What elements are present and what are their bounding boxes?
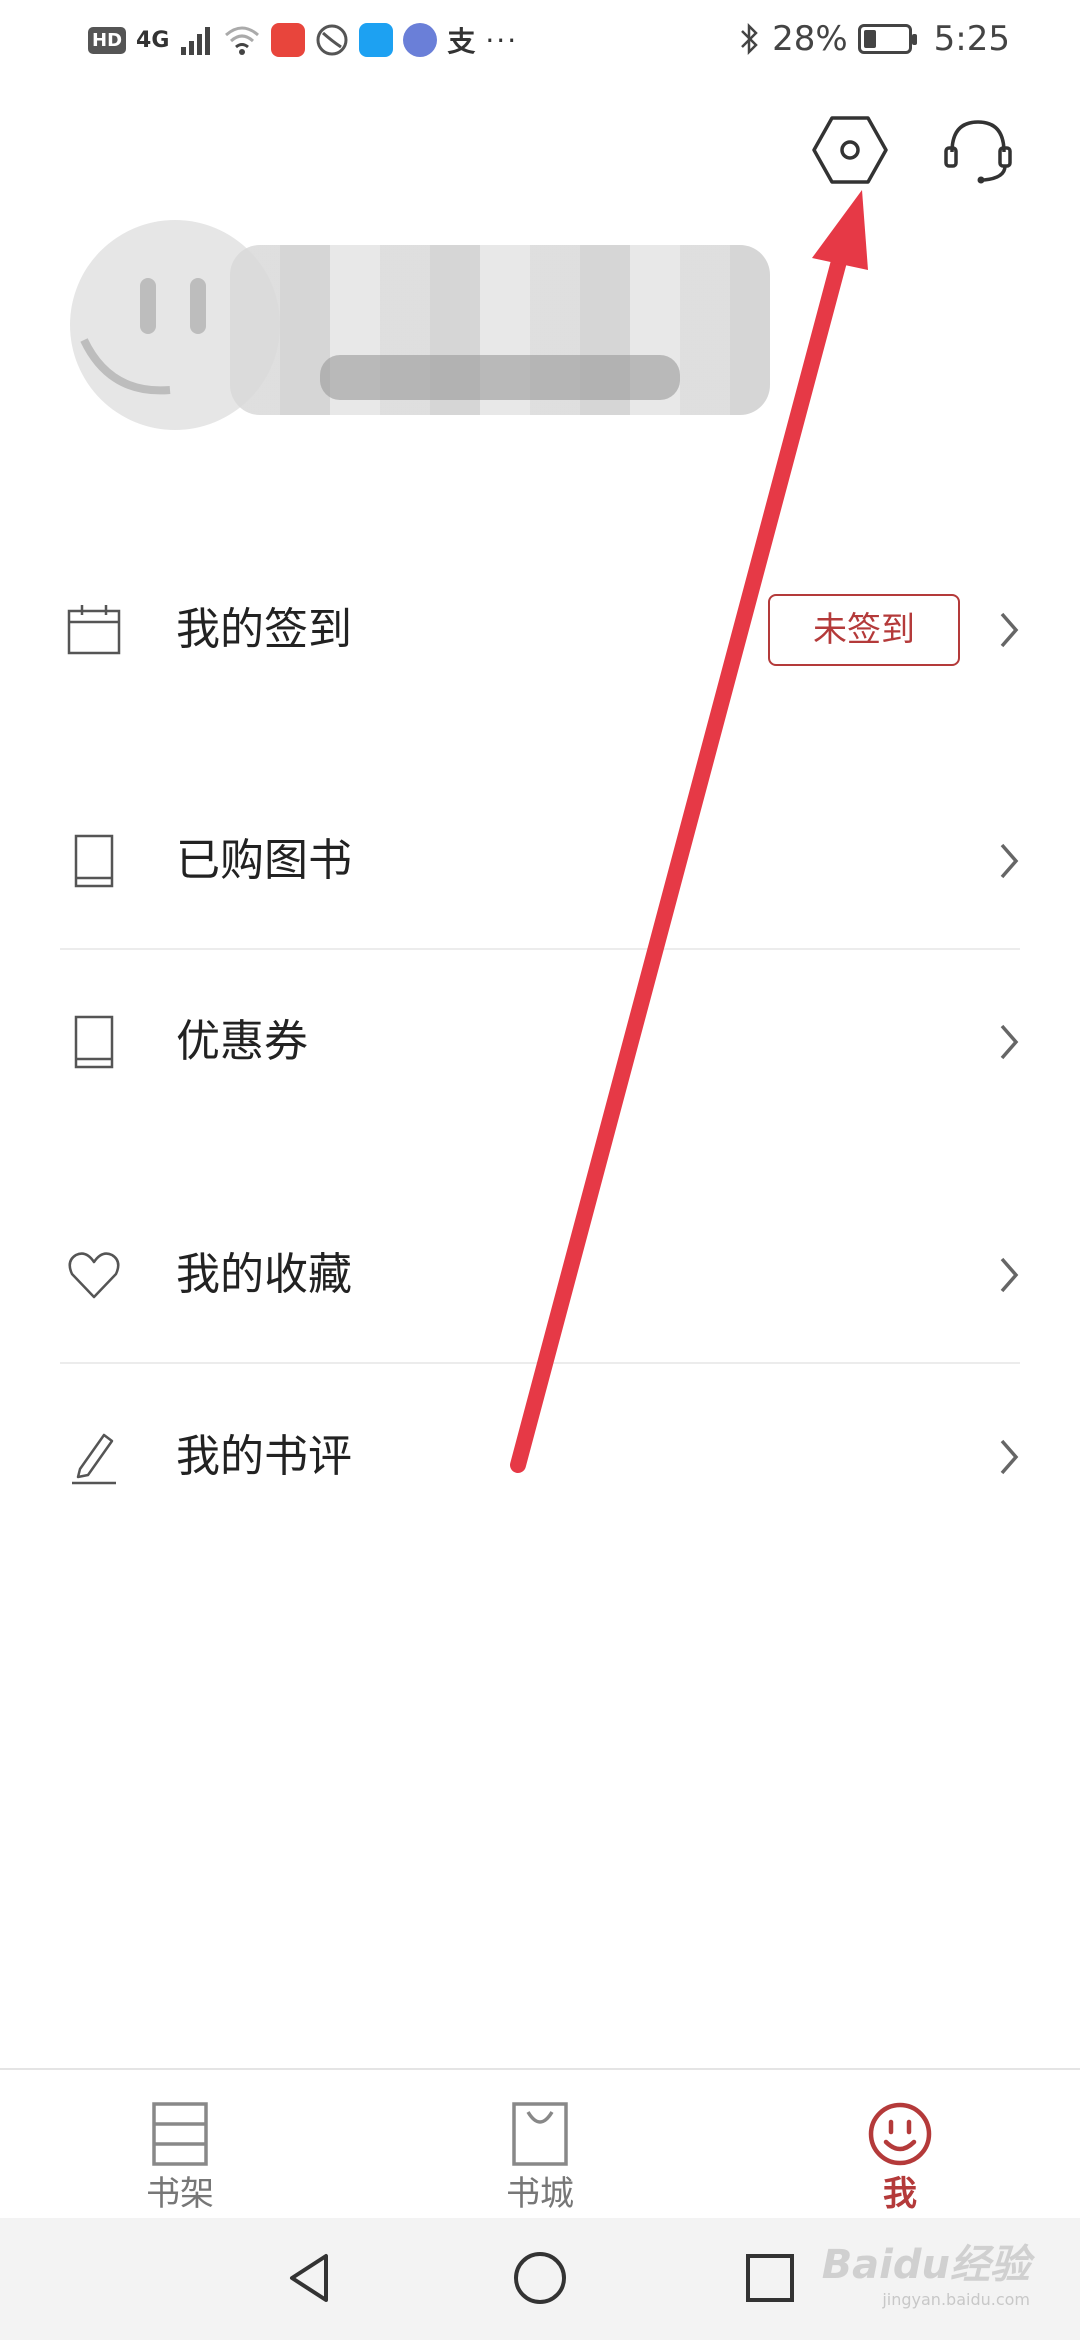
browser-icon	[316, 24, 348, 56]
music-app-icon	[403, 23, 438, 57]
chevron-right-icon	[1000, 1257, 1019, 1293]
back-icon[interactable]	[280, 2248, 340, 2308]
customer-service-button[interactable]	[938, 110, 1018, 190]
menu-favorites-label: 我的收藏	[176, 1249, 352, 1300]
menu-reviews-label: 我的书评	[176, 1431, 352, 1482]
status-bar: HD 4G 支 ··· 28% 5:25	[0, 0, 1080, 80]
battery-percent: 28%	[772, 19, 848, 59]
book-icon	[74, 834, 114, 888]
reader-app-icon	[271, 23, 306, 57]
signal-icon	[181, 27, 211, 55]
menu-coupons-label: 优惠券	[176, 1016, 308, 1067]
recents-icon[interactable]	[740, 2248, 800, 2308]
divider	[60, 948, 1020, 950]
bottom-tab-bar: 书架 书城 我	[0, 2068, 1080, 2220]
smiley-icon	[868, 2102, 932, 2166]
watermark-url: jingyan.baidu.com	[882, 2290, 1030, 2309]
status-right: 28% 5:25	[738, 14, 1010, 64]
store-bag-icon	[512, 2102, 568, 2166]
profile-subinfo-pixelated	[320, 355, 680, 400]
checkin-status-button[interactable]: 未签到	[768, 594, 960, 666]
tab-bookshelf-label: 书架	[146, 2174, 214, 2214]
wifi-icon	[225, 26, 260, 55]
watermark-brand: Baidu经验	[821, 2242, 1030, 2288]
menu-coupons[interactable]: 优惠券	[0, 957, 1080, 1127]
headset-icon	[944, 120, 1012, 184]
heart-icon	[68, 1252, 120, 1299]
bluetooth-icon	[741, 22, 758, 56]
chevron-right-icon	[1000, 1439, 1019, 1475]
status-left: HD 4G 支 ···	[88, 18, 518, 62]
menu-checkin-label: 我的签到	[176, 604, 352, 655]
chevron-right-icon	[1000, 1024, 1019, 1060]
pencil-icon	[72, 1433, 116, 1485]
menu-reviews[interactable]: 我的书评	[0, 1372, 1080, 1542]
chevron-right-icon	[1000, 612, 1019, 648]
tab-bookshelf[interactable]: 书架	[80, 2070, 280, 2220]
tab-bookstore-label: 书城	[506, 2174, 574, 2214]
home-icon[interactable]	[510, 2248, 570, 2308]
calendar-icon	[67, 605, 121, 655]
clock: 5:25	[933, 19, 1010, 59]
settings-button[interactable]	[810, 110, 890, 190]
tab-bookstore[interactable]: 书城	[440, 2070, 640, 2220]
baidu-watermark: Baidu经验 jingyan.baidu.com	[822, 2232, 1030, 2309]
book-icon	[74, 1015, 114, 1069]
network-label: 4G	[136, 27, 170, 53]
bookshelf-icon	[152, 2102, 208, 2166]
divider	[60, 1362, 1020, 1364]
tab-me-label: 我	[883, 2174, 917, 2214]
settings-hexagon-icon	[812, 116, 888, 184]
battery-icon	[857, 24, 917, 54]
tab-me[interactable]: 我	[800, 2070, 1000, 2220]
alipay-icon: 支	[447, 25, 476, 58]
menu-favorites[interactable]: 我的收藏	[0, 1190, 1080, 1360]
menu-purchased-books[interactable]: 已购图书	[0, 776, 1080, 946]
search-app-icon	[359, 23, 394, 57]
chevron-right-icon	[1000, 843, 1019, 879]
hd-badge: HD	[88, 26, 127, 54]
more-notifications-icon: ···	[485, 23, 519, 57]
menu-purchased-label: 已购图书	[176, 835, 352, 886]
